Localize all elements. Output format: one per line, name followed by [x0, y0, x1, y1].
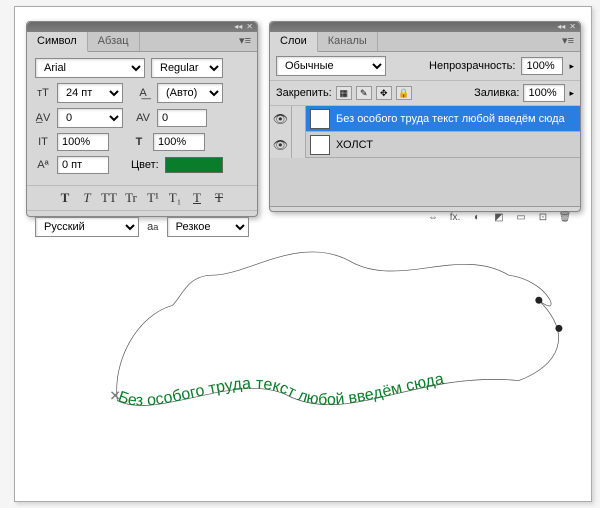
lock-transparency-icon[interactable]: ▦: [336, 86, 352, 100]
tab-layers[interactable]: Слои: [270, 32, 318, 52]
anchor-point[interactable]: [555, 325, 562, 332]
link-col: [292, 106, 306, 132]
panel-menu-icon[interactable]: ▾≡: [233, 32, 257, 51]
character-panel: ◂◂ ✕ Символ Абзац ▾≡ Arial Regular тТ 24…: [26, 21, 258, 217]
opacity-label: Непрозрачность:: [429, 60, 515, 72]
visibility-icon[interactable]: 👁: [270, 132, 292, 158]
lock-label: Закрепить:: [276, 87, 332, 99]
color-label: Цвет:: [131, 159, 159, 171]
style-bold[interactable]: T: [57, 190, 73, 206]
opacity-flyout-icon[interactable]: ▸: [569, 61, 574, 72]
leading-icon: A͟: [135, 85, 151, 101]
link-col: [292, 132, 306, 158]
layers-tabs: Слои Каналы ▾≡: [270, 32, 580, 52]
fill-label: Заливка:: [474, 87, 519, 99]
baseline-icon: Aª: [35, 157, 51, 173]
path-text[interactable]: Без особого труда текст любой введём сюд…: [116, 370, 445, 410]
layer-name[interactable]: Без особого труда текст любой введём сюд…: [334, 113, 565, 125]
style-italic[interactable]: T: [79, 190, 95, 206]
vscale-icon: IT: [35, 134, 51, 150]
blend-mode-select[interactable]: Обычные: [276, 56, 386, 76]
layer-row-canvas[interactable]: 👁 ХОЛСТ: [270, 132, 580, 158]
tracking-icon: A͏V: [135, 110, 151, 126]
kerning-icon: A̲V: [35, 110, 51, 126]
font-size-select[interactable]: 24 пт: [57, 83, 123, 103]
anchor-point[interactable]: [535, 297, 542, 304]
font-style-select[interactable]: Regular: [151, 58, 223, 78]
lock-position-icon[interactable]: ✥: [376, 86, 392, 100]
layer-thumb-blank: [310, 135, 330, 155]
collapse-icon[interactable]: ◂◂: [557, 23, 565, 31]
char-tabs: Символ Абзац ▾≡: [27, 32, 257, 52]
canvas-area[interactable]: ✕ Без особого труда текст любой введём с…: [15, 220, 591, 501]
tracking-input[interactable]: [157, 109, 207, 127]
style-buttons-row: T T TT Tr T¹ T₁ T Ŧ: [27, 185, 257, 211]
panel-menu-icon[interactable]: ▾≡: [556, 32, 580, 51]
tab-channels[interactable]: Каналы: [318, 32, 378, 51]
font-size-icon: тТ: [35, 85, 51, 101]
layer-thumb-text: T: [310, 109, 330, 129]
style-underline[interactable]: T: [189, 190, 205, 206]
panel-titlebar: ◂◂ ✕: [270, 22, 580, 32]
opacity-input[interactable]: [521, 57, 563, 75]
leading-select[interactable]: (Авто): [157, 83, 223, 103]
fill-input[interactable]: [523, 84, 565, 102]
style-smallcaps[interactable]: Tr: [123, 190, 139, 206]
font-family-select[interactable]: Arial: [35, 58, 145, 78]
lock-all-icon[interactable]: 🔒: [396, 86, 412, 100]
hscale-input[interactable]: [153, 133, 205, 151]
layers-panel: ◂◂ ✕ Слои Каналы ▾≡ Обычные Непрозрачнос…: [269, 21, 581, 212]
style-allcaps[interactable]: TT: [101, 190, 117, 206]
tab-paragraph[interactable]: Абзац: [88, 32, 140, 51]
layer-row-text[interactable]: 👁 T Без особого труда текст любой введём…: [270, 106, 580, 132]
vscale-input[interactable]: [57, 133, 109, 151]
style-subscript[interactable]: T₁: [167, 190, 183, 206]
close-icon[interactable]: ✕: [246, 23, 253, 31]
layer-name[interactable]: ХОЛСТ: [334, 139, 373, 151]
hscale-icon: T: [131, 134, 147, 150]
panel-titlebar: ◂◂ ✕: [27, 22, 257, 32]
layer-list: 👁 T Без особого труда текст любой введём…: [270, 106, 580, 206]
lock-pixels-icon[interactable]: ✎: [356, 86, 372, 100]
tab-symbol[interactable]: Символ: [27, 32, 88, 52]
collapse-icon[interactable]: ◂◂: [234, 23, 242, 31]
style-strike[interactable]: Ŧ: [211, 190, 227, 206]
style-superscript[interactable]: T¹: [145, 190, 161, 206]
baseline-input[interactable]: [57, 156, 109, 174]
close-icon[interactable]: ✕: [569, 23, 576, 31]
path-shape[interactable]: [117, 252, 559, 406]
visibility-icon[interactable]: 👁: [270, 106, 292, 132]
text-color-swatch[interactable]: [165, 157, 223, 173]
kerning-select[interactable]: 0: [57, 108, 123, 128]
fill-flyout-icon[interactable]: ▸: [569, 88, 574, 99]
